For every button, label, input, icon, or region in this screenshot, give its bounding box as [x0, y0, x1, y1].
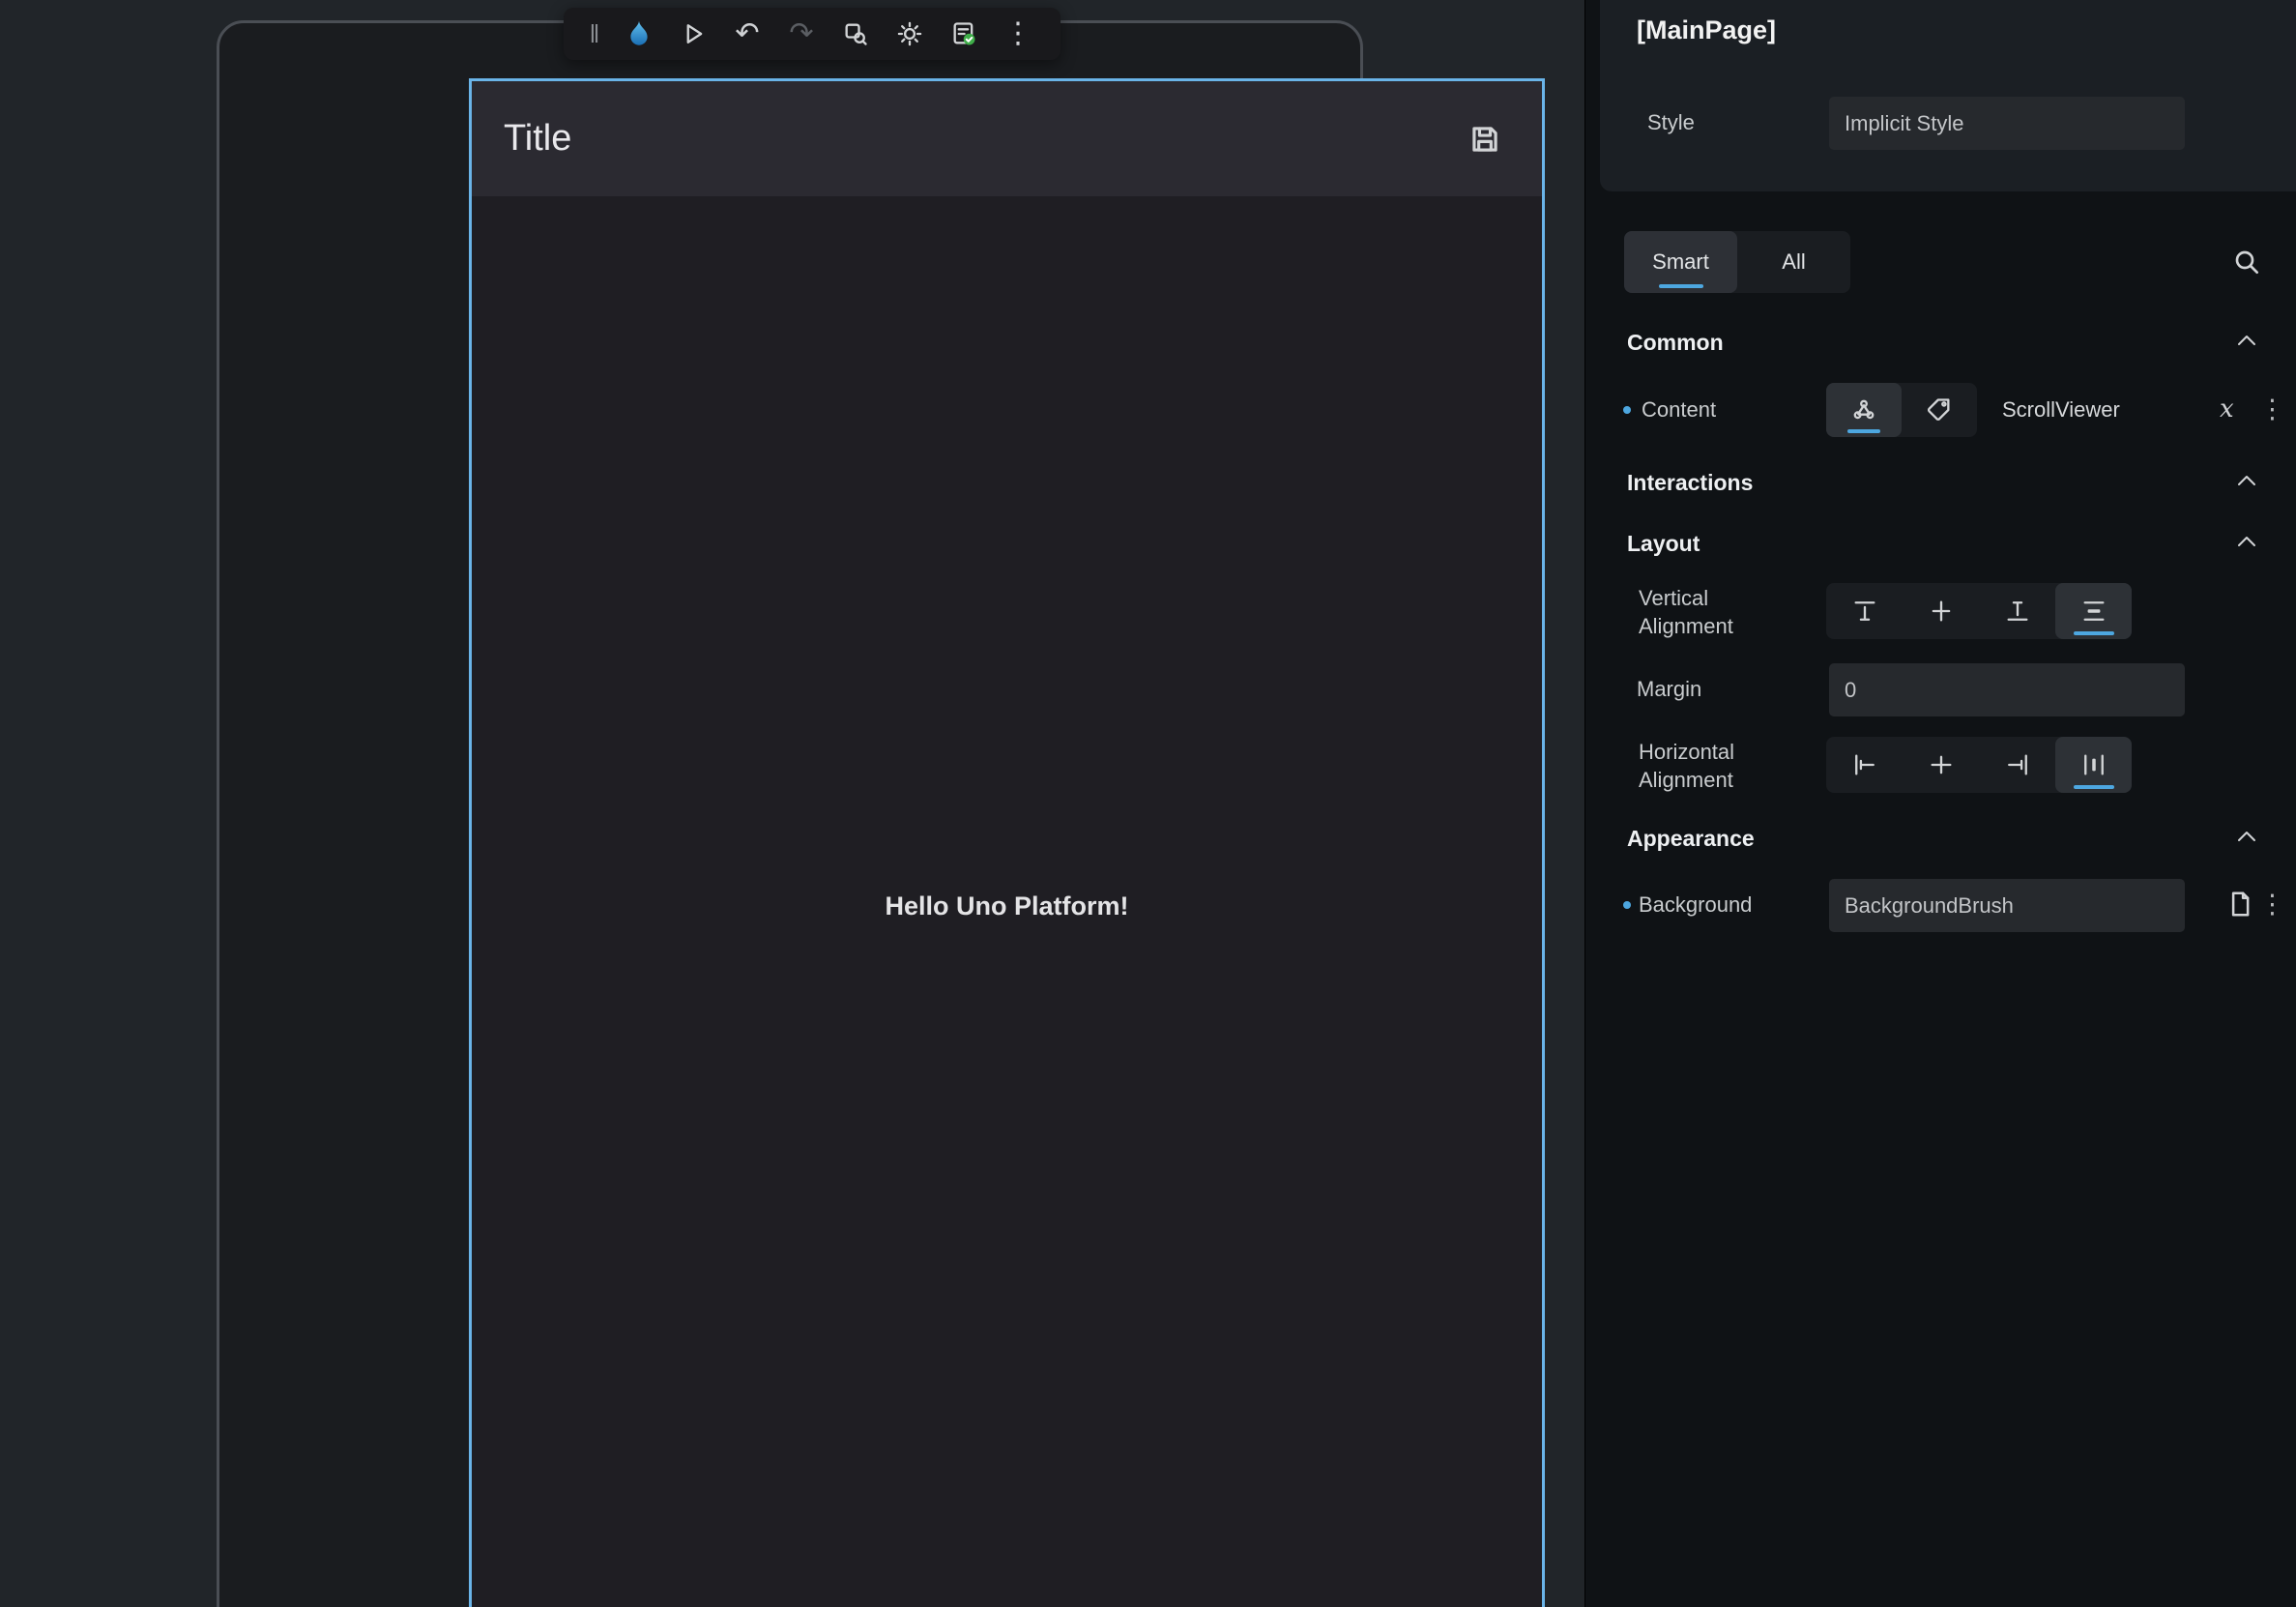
drag-handle-icon[interactable]: ‖	[577, 8, 612, 60]
content-mode-tag[interactable]	[1902, 383, 1977, 437]
selected-element-card: [MainPage] Style	[1600, 0, 2296, 191]
halign-center-icon[interactable]	[1903, 737, 1979, 793]
app-title-bar[interactable]: Title	[472, 81, 1542, 196]
background-input[interactable]	[1829, 879, 2185, 932]
section-appearance: Appearance	[1627, 826, 1755, 852]
horizontal-alignment-label: Horizontal Alignment	[1639, 738, 1769, 794]
redo-icon[interactable]: ↷	[774, 8, 828, 60]
valign-top-icon[interactable]	[1826, 583, 1903, 639]
undo-icon[interactable]: ↶	[720, 8, 774, 60]
halign-left-icon[interactable]	[1826, 737, 1903, 793]
chevron-up-icon[interactable]	[2237, 475, 2256, 486]
vertical-alignment-label: Vertical Alignment	[1639, 584, 1769, 640]
device-frame: Title Hello Uno Platform!	[217, 20, 1363, 1607]
background-modified-dot	[1623, 901, 1631, 909]
halign-selected-underline	[2074, 785, 2114, 789]
play-icon[interactable]	[666, 8, 720, 60]
tab-all-label: All	[1782, 249, 1805, 275]
tab-all[interactable]: All	[1737, 231, 1850, 293]
margin-label: Margin	[1637, 677, 1701, 702]
search-icon[interactable]	[2231, 247, 2262, 278]
x-expression-icon[interactable]: x	[2220, 394, 2234, 424]
resource-file-icon[interactable]	[2225, 890, 2254, 919]
section-common: Common	[1627, 330, 1724, 356]
halign-right-icon[interactable]	[1979, 737, 2055, 793]
theme-toggle-icon[interactable]	[883, 8, 937, 60]
content-mode-switch	[1826, 383, 1977, 437]
horizontal-alignment-group	[1826, 737, 2132, 793]
content-more-icon[interactable]: ⋮	[2259, 396, 2285, 423]
inspect-element-icon[interactable]	[828, 8, 883, 60]
margin-input[interactable]	[1829, 663, 2185, 716]
tab-smart-underline	[1659, 284, 1703, 288]
content-modified-dot	[1623, 406, 1631, 414]
property-tabs: Smart All	[1624, 231, 1850, 293]
tab-smart[interactable]: Smart	[1624, 231, 1737, 293]
content-value[interactable]: ScrollViewer	[2002, 397, 2120, 423]
content-mode-control[interactable]	[1826, 383, 1902, 437]
chevron-up-icon[interactable]	[2237, 536, 2256, 547]
app-title[interactable]: Title	[504, 118, 1467, 160]
section-interactions: Interactions	[1627, 470, 1753, 496]
page-selection-box[interactable]: Title Hello Uno Platform!	[469, 78, 1545, 1607]
properties-panel: [MainPage] Style Smart All Common Conten…	[1584, 0, 2296, 1607]
vertical-alignment-group	[1826, 583, 2132, 639]
app-body-text[interactable]: Hello Uno Platform!	[472, 891, 1542, 921]
background-more-icon[interactable]: ⋮	[2259, 891, 2285, 918]
chevron-up-icon[interactable]	[2237, 335, 2256, 346]
uno-flame-icon[interactable]	[612, 8, 666, 60]
style-input[interactable]	[1829, 97, 2185, 150]
toolbar-more-icon[interactable]: ⋮	[991, 8, 1045, 60]
content-mode-underline	[1847, 429, 1880, 433]
valign-selected-underline	[2074, 631, 2114, 635]
valign-bottom-icon[interactable]	[1979, 583, 2055, 639]
content-label: Content	[1642, 397, 1716, 423]
style-label: Style	[1647, 110, 1695, 135]
tab-smart-label: Smart	[1652, 249, 1709, 275]
halign-stretch-icon[interactable]	[2055, 737, 2132, 793]
chevron-up-icon[interactable]	[2237, 831, 2256, 842]
section-layout: Layout	[1627, 531, 1700, 557]
selected-element-title: [MainPage]	[1637, 15, 1776, 45]
valign-stretch-icon[interactable]	[2055, 583, 2132, 639]
background-label: Background	[1639, 892, 1752, 918]
task-checklist-icon[interactable]	[937, 8, 991, 60]
valign-center-icon[interactable]	[1903, 583, 1979, 639]
hot-design-toolbar: ‖ ↶ ↷	[564, 8, 1061, 60]
save-floppy-icon[interactable]	[1467, 121, 1503, 158]
